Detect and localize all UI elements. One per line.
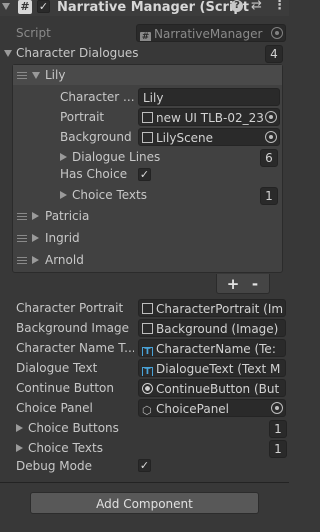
dialogue-lines-count[interactable]: 6 xyxy=(260,149,278,167)
add-component-button[interactable]: Add Component xyxy=(30,492,259,514)
background-image-field[interactable]: Background (Image) xyxy=(138,319,286,337)
choice-texts-count[interactable]: 1 xyxy=(260,187,278,205)
choice-buttons-count[interactable]: 1 xyxy=(269,420,287,438)
dialogue-text-label: Dialogue Text xyxy=(16,361,98,375)
button-icon xyxy=(142,383,153,394)
foldout-arrow-icon[interactable] xyxy=(4,50,12,57)
object-picker-icon[interactable] xyxy=(271,402,283,414)
continue-button-label: Continue Button xyxy=(16,381,114,395)
foldout-arrow-icon[interactable] xyxy=(60,153,67,161)
continue-button-field[interactable]: ContinueButton (But xyxy=(138,379,286,397)
character-portrait-field[interactable]: CharacterPortrait (Im xyxy=(138,299,286,317)
choice-texts-label[interactable]: Choice Texts xyxy=(72,185,147,205)
drag-handle-icon[interactable] xyxy=(17,257,27,264)
divider xyxy=(0,482,289,483)
image-icon xyxy=(142,112,153,123)
foldout-arrow-icon[interactable] xyxy=(16,444,23,452)
character-name-label: Character Name T... xyxy=(16,341,134,355)
text-icon: T xyxy=(142,347,153,356)
list-item-label[interactable]: Ingrid xyxy=(45,228,80,248)
character-portrait-label: Character Portrait xyxy=(16,301,124,315)
image-icon xyxy=(142,323,153,334)
foldout-arrow-icon[interactable] xyxy=(32,256,39,264)
portrait-label: Portrait xyxy=(60,110,105,124)
has-choice-label: Has Choice xyxy=(60,167,128,181)
foldout-arrow-icon[interactable] xyxy=(16,424,23,432)
foldout-arrow-icon[interactable] xyxy=(32,234,39,242)
choice-panel-label: Choice Panel xyxy=(16,401,93,415)
background-image-label: Background Image xyxy=(16,321,129,335)
character-dialogues-count[interactable]: 4 xyxy=(265,45,283,63)
text-icon: T xyxy=(142,367,153,376)
object-picker-icon[interactable] xyxy=(271,27,283,39)
character-field[interactable]: Lily xyxy=(138,88,280,106)
object-picker-icon[interactable] xyxy=(265,111,277,123)
choice-buttons-label[interactable]: Choice Buttons xyxy=(28,418,119,438)
hash-script-icon: # xyxy=(18,0,32,14)
image-icon xyxy=(142,132,153,143)
image-icon xyxy=(142,303,153,314)
drag-handle-icon[interactable] xyxy=(17,235,27,242)
portrait-field[interactable]: new UI TLB-02_23 xyxy=(138,108,280,126)
component-enabled-toggle[interactable]: ✓ xyxy=(37,0,50,13)
gameobject-icon: ⬡ xyxy=(142,404,152,417)
choice-texts-label[interactable]: Choice Texts xyxy=(28,438,103,458)
debug-mode-checkbox[interactable]: ✓ xyxy=(138,459,151,472)
list-item-label[interactable]: Lily xyxy=(45,65,65,85)
help-icon[interactable]: ? xyxy=(231,0,243,12)
debug-mode-label: Debug Mode xyxy=(16,459,92,473)
has-choice-checkbox[interactable]: ✓ xyxy=(138,168,151,181)
script-field[interactable]: # NarrativeManager xyxy=(136,24,286,42)
settings-sliders-icon[interactable]: ⇄ xyxy=(251,0,262,15)
script-label: Script xyxy=(16,26,51,40)
drag-handle-icon[interactable] xyxy=(17,72,27,79)
character-name-field[interactable]: T CharacterName (Te: xyxy=(138,339,286,357)
foldout-arrow-icon[interactable] xyxy=(60,191,67,199)
remove-element-button[interactable]: - xyxy=(245,274,265,294)
choice-texts-count[interactable]: 1 xyxy=(269,440,287,458)
foldout-arrow-icon[interactable] xyxy=(32,72,40,79)
character-dialogues-label[interactable]: Character Dialogues xyxy=(16,43,139,63)
drag-handle-icon[interactable] xyxy=(17,213,27,220)
character-label: Character ... xyxy=(60,90,134,104)
background-field[interactable]: LilyScene xyxy=(138,128,280,146)
list-item-label[interactable]: Patricia xyxy=(45,206,89,226)
add-element-button[interactable]: + xyxy=(223,274,243,294)
dialogue-text-field[interactable]: T DialogueText (Text M xyxy=(138,359,286,377)
foldout-arrow-icon[interactable] xyxy=(32,212,39,220)
hash-script-icon: # xyxy=(140,32,151,42)
choice-panel-field[interactable]: ⬡ ChoicePanel xyxy=(138,399,286,417)
list-add-remove-bar: + - xyxy=(216,274,270,294)
object-picker-icon[interactable] xyxy=(265,131,277,143)
background-label: Background xyxy=(60,130,132,144)
more-icon[interactable]: ⋮ xyxy=(273,0,286,15)
component-title: Narrative Manager (Script xyxy=(57,0,249,15)
list-item-label[interactable]: Arnold xyxy=(45,250,84,270)
